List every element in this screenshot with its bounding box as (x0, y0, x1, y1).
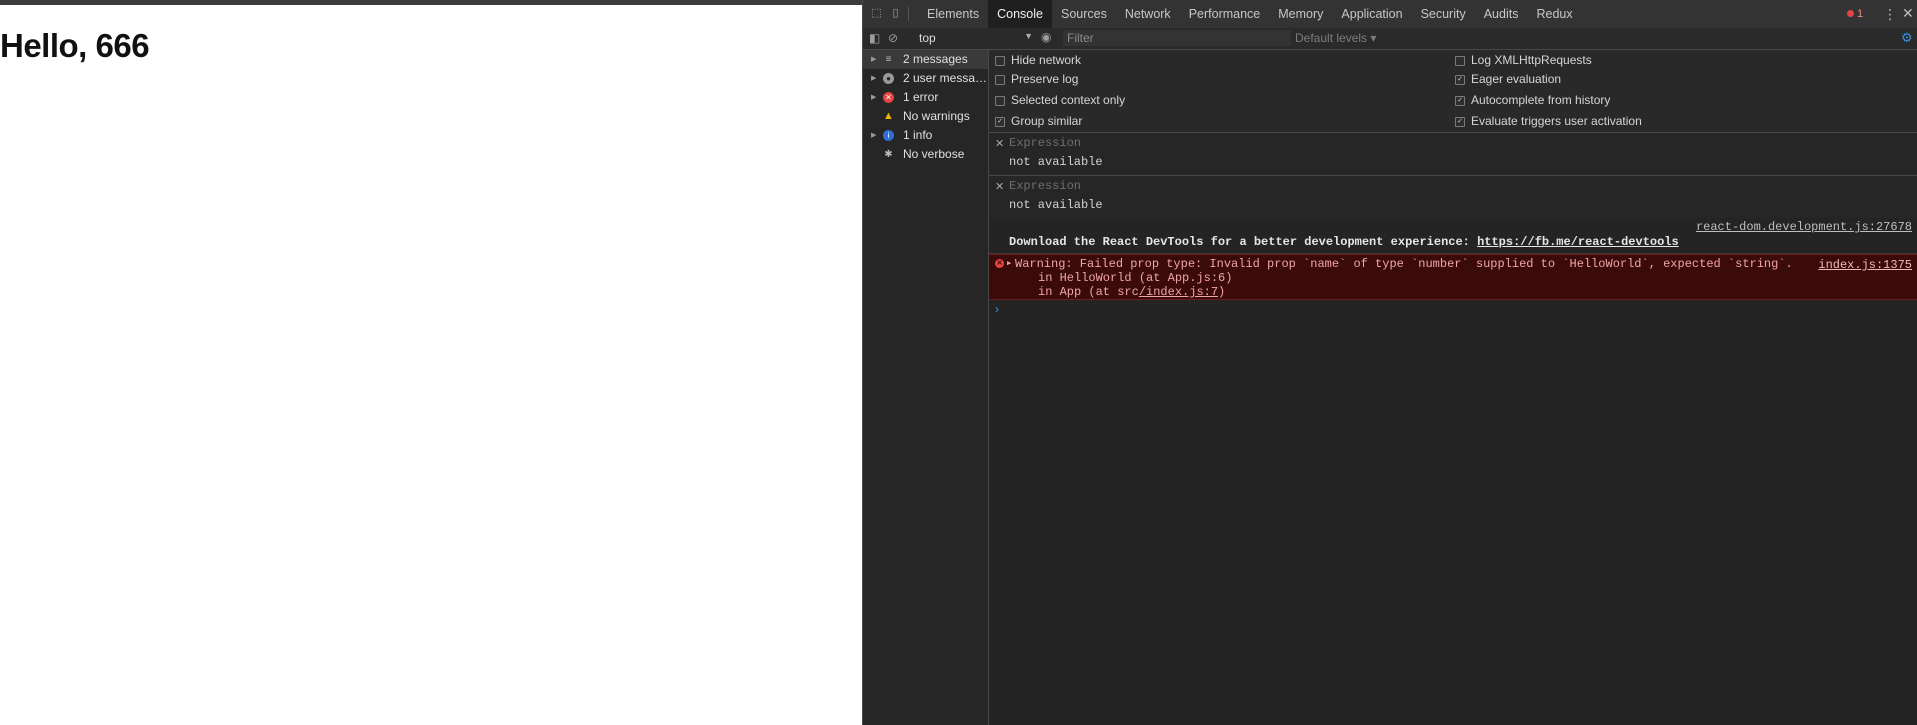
console-error-message[interactable]: ✕ ▶ index.js:1375 Warning: Failed prop t… (989, 254, 1917, 300)
sidebar-item-warnings[interactable]: ▲ No warnings (863, 107, 988, 126)
remove-expression-icon[interactable]: ✕ (995, 137, 1004, 150)
sidebar-item-label: No verbose (903, 147, 965, 161)
sidebar-item-label: 2 messages (903, 52, 968, 66)
stack-text: ) (1218, 285, 1226, 299)
tab-security[interactable]: Security (1412, 0, 1475, 28)
stack-source-link[interactable]: /index.js:7 (1139, 285, 1218, 299)
stack-line: in App (at src/index.js:7) (1038, 285, 1225, 299)
checkbox-label: Hide network (1011, 53, 1082, 67)
tab-audits[interactable]: Audits (1475, 0, 1528, 28)
checkbox-box (1455, 56, 1465, 66)
console-sidebar: ▶ ≡ 2 messages ▶ ● 2 user messa… ▶ ✕ 1 e… (863, 50, 989, 725)
console-prompt-icon[interactable]: › (995, 302, 999, 316)
devtools-tabs: Elements Console Sources Network Perform… (918, 0, 1582, 28)
checkbox-box (995, 75, 1005, 85)
error-icon: ✕ (995, 259, 1004, 268)
checkmark-icon: ✓ (1455, 75, 1465, 85)
checkbox-label: Group similar (1011, 114, 1083, 128)
devtools-panel: ⬚ ▯ Elements Console Sources Network Per… (862, 0, 1917, 725)
console-settings-panel: Hide network Preserve log Selected conte… (989, 50, 1917, 133)
message-text: Download the React DevTools for a better… (1009, 235, 1679, 249)
devtools-tab-bar: ⬚ ▯ Elements Console Sources Network Per… (863, 0, 1917, 29)
error-icon: ✕ (883, 92, 894, 103)
expand-triangle-icon: ▶ (871, 132, 877, 139)
sidebar-toggle-icon[interactable]: ◧ (869, 31, 880, 45)
log-levels-dropdown[interactable]: Default levels ▾ (1295, 31, 1376, 45)
expression-placeholder[interactable]: Expression (1009, 136, 1081, 150)
error-count: 1 (1857, 8, 1864, 20)
react-devtools-link[interactable]: https://fb.me/react-devtools (1477, 235, 1679, 249)
sidebar-item-verbose[interactable]: ✱ No verbose (863, 145, 988, 164)
checkmark-icon: ✓ (1455, 117, 1465, 127)
sidebar-item-label: 1 error (903, 90, 939, 104)
error-dot-icon (1847, 10, 1854, 17)
console-toolbar: ◧ ⊘ top ▼ ◉ Default levels ▾ ⚙ (863, 28, 1917, 50)
error-line: Warning: Failed prop type: Invalid prop … (1015, 257, 1793, 271)
expand-triangle-icon: ▶ (871, 94, 877, 101)
expand-triangle-icon[interactable]: ▶ (1007, 259, 1011, 268)
remove-expression-icon[interactable]: ✕ (995, 180, 1004, 193)
message-body: Download the React DevTools for a better… (1009, 235, 1478, 249)
live-expression[interactable]: ✕ Expression not available (989, 176, 1917, 219)
expression-value: not available (1009, 198, 1103, 212)
user-icon: ● (883, 73, 894, 84)
stack-text: in App (at src (1038, 285, 1139, 299)
sidebar-item-label: 1 info (903, 128, 933, 142)
page-viewport: Hello, 666 (0, 5, 862, 725)
checkbox-label: Autocomplete from history (1471, 93, 1611, 107)
error-source-link[interactable]: index.js:1375 (1818, 258, 1912, 272)
expression-value: not available (1009, 155, 1103, 169)
error-count-badge[interactable]: 1 (1847, 8, 1863, 20)
checkbox-box (995, 56, 1005, 66)
bug-icon: ✱ (884, 149, 893, 160)
sidebar-item-user-messages[interactable]: ▶ ● 2 user messa… (863, 69, 988, 88)
message-source-link[interactable]: react-dom.development.js:27678 (1696, 220, 1912, 234)
tab-elements[interactable]: Elements (918, 0, 988, 28)
sidebar-item-label: 2 user messa… (903, 71, 988, 85)
checkbox-label: Evaluate triggers user activation (1471, 114, 1642, 128)
filter-input[interactable] (1063, 30, 1291, 46)
console-messages: react-dom.development.js:27678 Download … (989, 218, 1917, 725)
tab-memory[interactable]: Memory (1269, 0, 1332, 28)
inspect-element-icon[interactable]: ⬚ (870, 7, 883, 20)
checkbox-label: Selected context only (1011, 93, 1126, 107)
list-icon: ≡ (885, 54, 892, 65)
checkmark-icon: ✓ (995, 117, 1005, 127)
expression-placeholder[interactable]: Expression (1009, 179, 1081, 193)
tab-application[interactable]: Application (1332, 0, 1411, 28)
sidebar-item-info[interactable]: ▶ i 1 info (863, 126, 988, 145)
console-log-message: react-dom.development.js:27678 Download … (989, 218, 1917, 254)
sidebar-item-messages[interactable]: ▶ ≡ 2 messages (863, 50, 988, 69)
checkbox-box (995, 96, 1005, 106)
sidebar-item-label: No warnings (903, 109, 970, 123)
dropdown-arrow-icon: ▼ (1024, 31, 1033, 41)
sidebar-item-errors[interactable]: ▶ ✕ 1 error (863, 88, 988, 107)
checkbox-label: Eager evaluation (1471, 72, 1562, 86)
tab-network[interactable]: Network (1116, 0, 1180, 28)
checkmark-icon: ✓ (1455, 96, 1465, 106)
context-selector[interactable]: top ▼ (919, 31, 1033, 45)
warning-icon: ▲ (883, 110, 894, 122)
info-icon: i (883, 130, 894, 141)
settings-gear-icon[interactable]: ⚙ (1901, 30, 1913, 46)
page-heading: Hello, 666 (0, 27, 150, 64)
live-expression-eye-icon[interactable]: ◉ (1041, 30, 1051, 44)
expand-triangle-icon: ▶ (871, 75, 877, 82)
checkbox-label: Preserve log (1011, 72, 1079, 86)
tab-sources[interactable]: Sources (1052, 0, 1116, 28)
tab-performance[interactable]: Performance (1180, 0, 1270, 28)
tab-redux[interactable]: Redux (1527, 0, 1581, 28)
more-options-icon[interactable]: ⋮ (1883, 6, 1897, 23)
live-expression[interactable]: ✕ Expression not available (989, 133, 1917, 176)
close-icon[interactable]: ✕ (1902, 5, 1914, 22)
stack-line: in HelloWorld (at App.js:6) (1038, 271, 1233, 285)
expand-triangle-icon: ▶ (871, 56, 877, 63)
tab-console[interactable]: Console (988, 0, 1052, 28)
toolbar-divider (908, 7, 909, 21)
clear-console-icon[interactable]: ⊘ (888, 31, 898, 45)
device-toolbar-icon[interactable]: ▯ (889, 7, 902, 20)
context-value: top (919, 31, 936, 45)
checkbox-label: Log XMLHttpRequests (1471, 53, 1592, 67)
